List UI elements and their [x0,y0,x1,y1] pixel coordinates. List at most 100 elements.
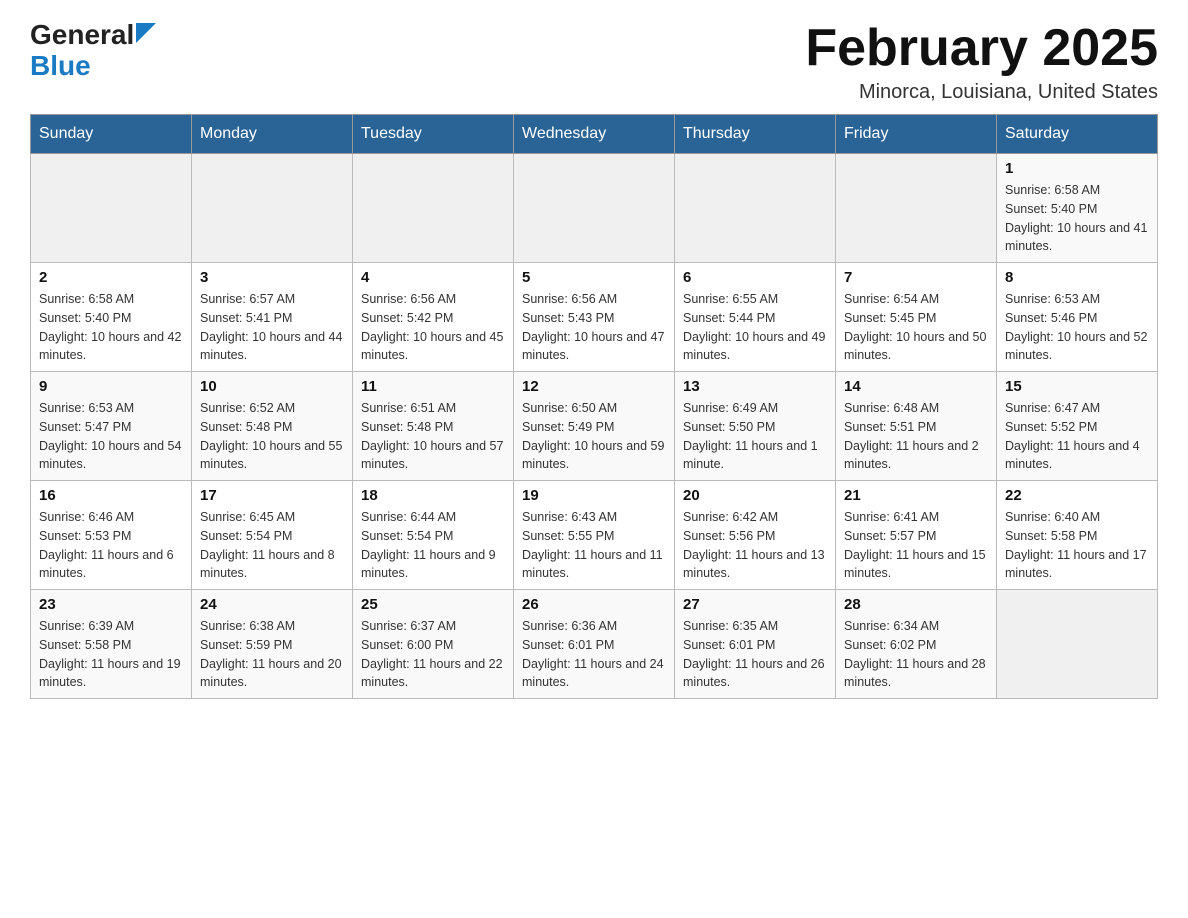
day-number: 9 [39,378,183,395]
day-info: Sunrise: 6:36 AM Sunset: 6:01 PM Dayligh… [522,617,666,692]
table-row: 25Sunrise: 6:37 AM Sunset: 6:00 PM Dayli… [353,590,514,699]
header-friday: Friday [836,115,997,154]
calendar-week-4: 16 Sunrise: 6:46 AM Sunset: 5:53 PM Dayli… [31,481,1158,590]
table-row: 6 Sunrise: 6:55 AM Sunset: 5:44 PM Daylig… [675,263,836,372]
day-info: Sunrise: 6:52 AM Sunset: 5:48 PM Dayligh… [200,399,344,474]
day-info: Sunrise: 6:55 AM Sunset: 5:44 PM Dayligh… [683,290,827,365]
table-row: 1 Sunrise: 6:58 AM Sunset: 5:40 PM Daylig… [997,154,1158,263]
day-info: Sunrise: 6:42 AM Sunset: 5:56 PM Dayligh… [683,508,827,583]
header-wednesday: Wednesday [514,115,675,154]
day-info: Sunrise: 6:58 AM Sunset: 5:40 PM Dayligh… [1005,181,1149,256]
day-info: Sunrise: 6:46 AM Sunset: 5:53 PM Dayligh… [39,508,183,583]
header-monday: Monday [192,115,353,154]
day-info: Sunrise: 6:45 AM Sunset: 5:54 PM Dayligh… [200,508,344,583]
table-row: 17 Sunrise: 6:45 AM Sunset: 5:54 PM Dayli… [192,481,353,590]
logo-arrow-icon [136,23,156,43]
day-number: 17 [200,487,344,504]
day-info: Sunrise: 6:56 AM Sunset: 5:43 PM Dayligh… [522,290,666,365]
table-row: 24 Sunrise: 6:38 AM Sunset: 5:59 PM Dayli… [192,590,353,699]
day-number: 1 [1005,160,1149,177]
calendar-week-1: 1 Sunrise: 6:58 AM Sunset: 5:40 PM Daylig… [31,154,1158,263]
table-row: 10Sunrise: 6:52 AM Sunset: 5:48 PM Dayli… [192,372,353,481]
day-number: 11 [361,378,505,395]
day-info: Sunrise: 6:51 AM Sunset: 5:48 PM Dayligh… [361,399,505,474]
calendar-table: Sunday Monday Tuesday Wednesday Thursday… [30,114,1158,699]
title-area: February 2025 Minorca, Louisiana, United… [805,20,1158,104]
table-row: 28Sunrise: 6:34 AM Sunset: 6:02 PM Dayli… [836,590,997,699]
day-number: 19 [522,487,666,504]
table-row [353,154,514,263]
table-row: 13Sunrise: 6:49 AM Sunset: 5:50 PM Dayli… [675,372,836,481]
table-row: 14Sunrise: 6:48 AM Sunset: 5:51 PM Dayli… [836,372,997,481]
day-number: 6 [683,269,827,286]
day-number: 13 [683,378,827,395]
day-number: 27 [683,596,827,613]
table-row: 18 Sunrise: 6:44 AM Sunset: 5:54 PM Dayli… [353,481,514,590]
day-info: Sunrise: 6:39 AM Sunset: 5:58 PM Dayligh… [39,617,183,692]
day-info: Sunrise: 6:44 AM Sunset: 5:54 PM Dayligh… [361,508,505,583]
day-info: Sunrise: 6:58 AM Sunset: 5:40 PM Dayligh… [39,290,183,365]
day-info: Sunrise: 6:57 AM Sunset: 5:41 PM Dayligh… [200,290,344,365]
table-row [514,154,675,263]
header-tuesday: Tuesday [353,115,514,154]
table-row [192,154,353,263]
calendar-week-3: 9 Sunrise: 6:53 AM Sunset: 5:47 PM Daylig… [31,372,1158,481]
day-number: 5 [522,269,666,286]
table-row: 26 Sunrise: 6:36 AM Sunset: 6:01 PM Dayli… [514,590,675,699]
table-row: 12 Sunrise: 6:50 AM Sunset: 5:49 PM Dayli… [514,372,675,481]
table-row: 2 Sunrise: 6:58 AM Sunset: 5:40 PM Daylig… [31,263,192,372]
day-number: 7 [844,269,988,286]
day-info: Sunrise: 6:53 AM Sunset: 5:46 PM Dayligh… [1005,290,1149,365]
day-info: Sunrise: 6:56 AM Sunset: 5:42 PM Dayligh… [361,290,505,365]
page-header: General Blue February 2025 Minorca, Loui… [30,20,1158,104]
day-number: 15 [1005,378,1149,395]
day-number: 4 [361,269,505,286]
day-number: 16 [39,487,183,504]
day-info: Sunrise: 6:48 AM Sunset: 5:51 PM Dayligh… [844,399,988,474]
table-row: 23Sunrise: 6:39 AM Sunset: 5:58 PM Dayli… [31,590,192,699]
day-number: 22 [1005,487,1149,504]
logo-blue-text: Blue [30,51,156,82]
header-sunday: Sunday [31,115,192,154]
table-row: 5 Sunrise: 6:56 AM Sunset: 5:43 PM Daylig… [514,263,675,372]
day-info: Sunrise: 6:43 AM Sunset: 5:55 PM Dayligh… [522,508,666,583]
table-row: 7Sunrise: 6:54 AM Sunset: 5:45 PM Daylig… [836,263,997,372]
day-number: 24 [200,596,344,613]
calendar-week-5: 23Sunrise: 6:39 AM Sunset: 5:58 PM Dayli… [31,590,1158,699]
table-row: 20 Sunrise: 6:42 AM Sunset: 5:56 PM Dayli… [675,481,836,590]
table-row: 15 Sunrise: 6:47 AM Sunset: 5:52 PM Dayli… [997,372,1158,481]
day-number: 26 [522,596,666,613]
logo: General Blue [30,20,156,82]
calendar-week-2: 2 Sunrise: 6:58 AM Sunset: 5:40 PM Daylig… [31,263,1158,372]
table-row [31,154,192,263]
day-info: Sunrise: 6:38 AM Sunset: 5:59 PM Dayligh… [200,617,344,692]
day-number: 3 [200,269,344,286]
day-info: Sunrise: 6:35 AM Sunset: 6:01 PM Dayligh… [683,617,827,692]
day-number: 21 [844,487,988,504]
table-row [997,590,1158,699]
table-row: 27 Sunrise: 6:35 AM Sunset: 6:01 PM Dayli… [675,590,836,699]
table-row: 9 Sunrise: 6:53 AM Sunset: 5:47 PM Daylig… [31,372,192,481]
day-number: 20 [683,487,827,504]
day-number: 18 [361,487,505,504]
location-subtitle: Minorca, Louisiana, United States [805,81,1158,104]
table-row: 4 Sunrise: 6:56 AM Sunset: 5:42 PM Daylig… [353,263,514,372]
table-row: 21Sunrise: 6:41 AM Sunset: 5:57 PM Dayli… [836,481,997,590]
day-info: Sunrise: 6:40 AM Sunset: 5:58 PM Dayligh… [1005,508,1149,583]
day-info: Sunrise: 6:47 AM Sunset: 5:52 PM Dayligh… [1005,399,1149,474]
table-row [675,154,836,263]
day-info: Sunrise: 6:37 AM Sunset: 6:00 PM Dayligh… [361,617,505,692]
table-row: 19 Sunrise: 6:43 AM Sunset: 5:55 PM Dayli… [514,481,675,590]
header-thursday: Thursday [675,115,836,154]
table-row: 11 Sunrise: 6:51 AM Sunset: 5:48 PM Dayli… [353,372,514,481]
day-number: 2 [39,269,183,286]
day-info: Sunrise: 6:53 AM Sunset: 5:47 PM Dayligh… [39,399,183,474]
table-row: 3 Sunrise: 6:57 AM Sunset: 5:41 PM Daylig… [192,263,353,372]
day-number: 12 [522,378,666,395]
header-saturday: Saturday [997,115,1158,154]
table-row: 22 Sunrise: 6:40 AM Sunset: 5:58 PM Dayli… [997,481,1158,590]
logo-general-text: General [30,20,134,51]
month-title: February 2025 [805,20,1158,77]
day-info: Sunrise: 6:50 AM Sunset: 5:49 PM Dayligh… [522,399,666,474]
day-info: Sunrise: 6:34 AM Sunset: 6:02 PM Dayligh… [844,617,988,692]
